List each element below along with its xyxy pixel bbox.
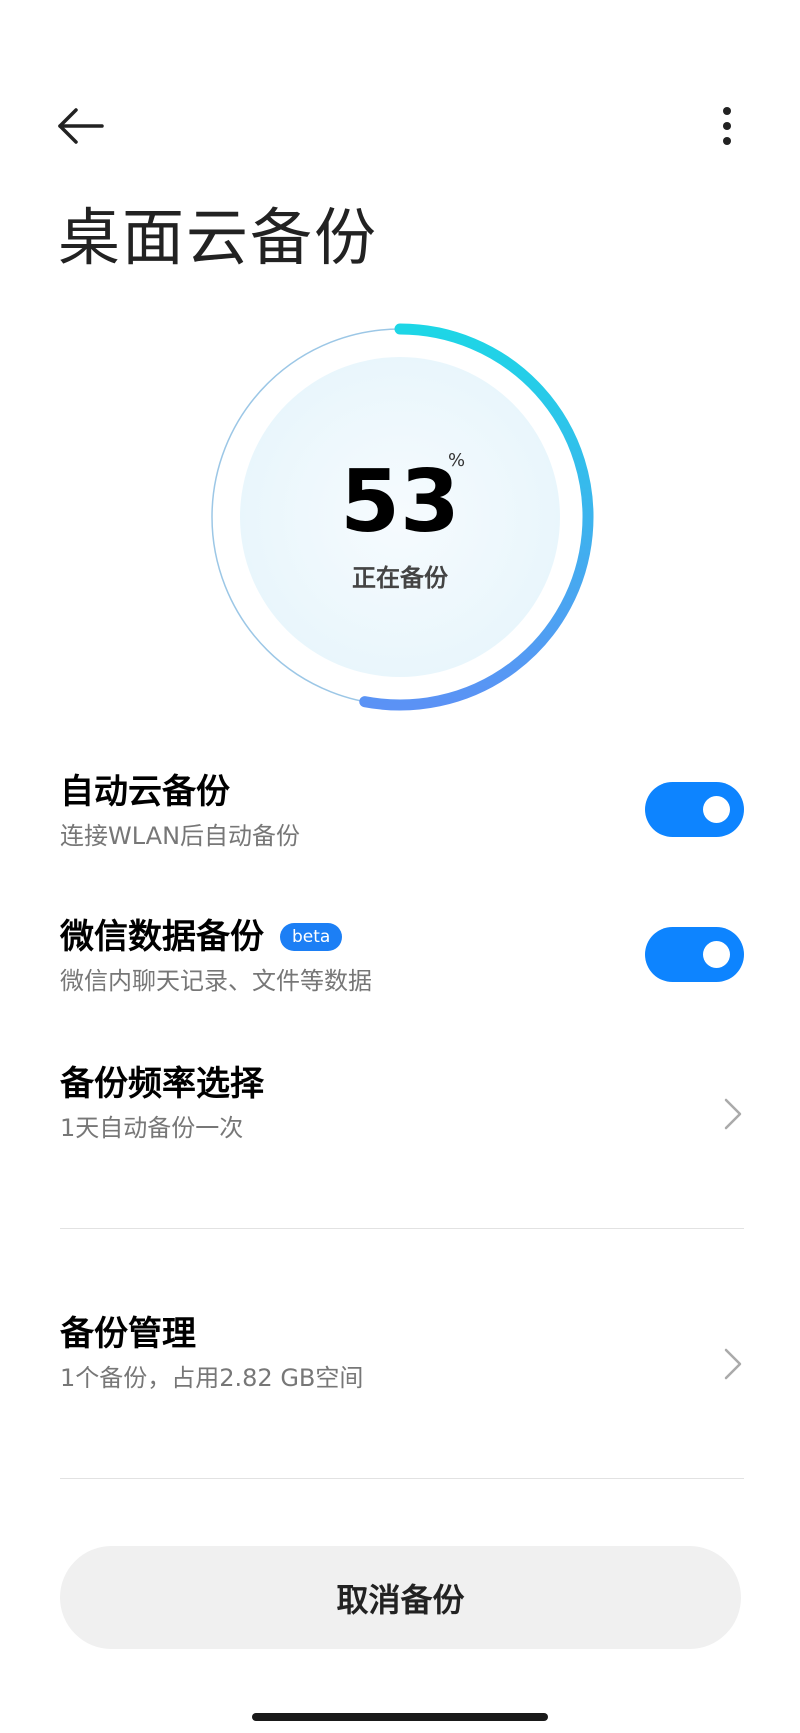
backup-management-subtitle: 1个备份，占用2.82 GB空间: [60, 1364, 364, 1392]
section-divider: [60, 1478, 744, 1479]
more-options-button[interactable]: [712, 104, 742, 148]
cancel-backup-button[interactable]: 取消备份: [60, 1546, 741, 1649]
progress-status-label: 正在备份: [352, 564, 448, 592]
toggle-knob: [703, 796, 730, 823]
backup-management-row[interactable]: 备份管理 1个备份，占用2.82 GB空间: [60, 1312, 744, 1412]
toggle-knob: [703, 941, 730, 968]
progress-percent-value: 53: [340, 452, 460, 552]
backup-frequency-title: 备份频率选择: [60, 1064, 264, 1104]
auto-backup-subtitle: 连接WLAN后自动备份: [60, 822, 301, 850]
arrow-left-icon: [58, 108, 104, 144]
section-divider: [60, 1228, 744, 1229]
home-indicator[interactable]: [252, 1713, 548, 1721]
chevron-right-icon: [724, 1348, 742, 1380]
auto-backup-toggle[interactable]: [645, 782, 744, 837]
wechat-backup-title-line: 微信数据备份 beta: [60, 915, 744, 959]
page-title: 桌面云备份: [58, 201, 379, 274]
back-button[interactable]: [56, 104, 106, 148]
wechat-backup-title: 微信数据备份: [60, 917, 264, 957]
wechat-backup-toggle[interactable]: [645, 927, 744, 982]
wechat-backup-row[interactable]: 微信数据备份 beta 微信内聊天记录、文件等数据: [60, 915, 744, 1005]
backup-frequency-subtitle: 1天自动备份一次: [60, 1114, 244, 1142]
beta-badge: beta: [280, 923, 343, 951]
auto-backup-title: 自动云备份: [60, 772, 230, 812]
chevron-right-icon: [724, 1098, 742, 1130]
wechat-backup-subtitle: 微信内聊天记录、文件等数据: [60, 967, 372, 995]
progress-percent-unit: %: [448, 450, 466, 471]
backup-frequency-row[interactable]: 备份频率选择 1天自动备份一次: [60, 1062, 744, 1162]
more-vertical-icon: [723, 107, 731, 145]
auto-backup-row[interactable]: 自动云备份 连接WLAN后自动备份: [60, 770, 744, 860]
backup-management-title: 备份管理: [60, 1314, 196, 1354]
